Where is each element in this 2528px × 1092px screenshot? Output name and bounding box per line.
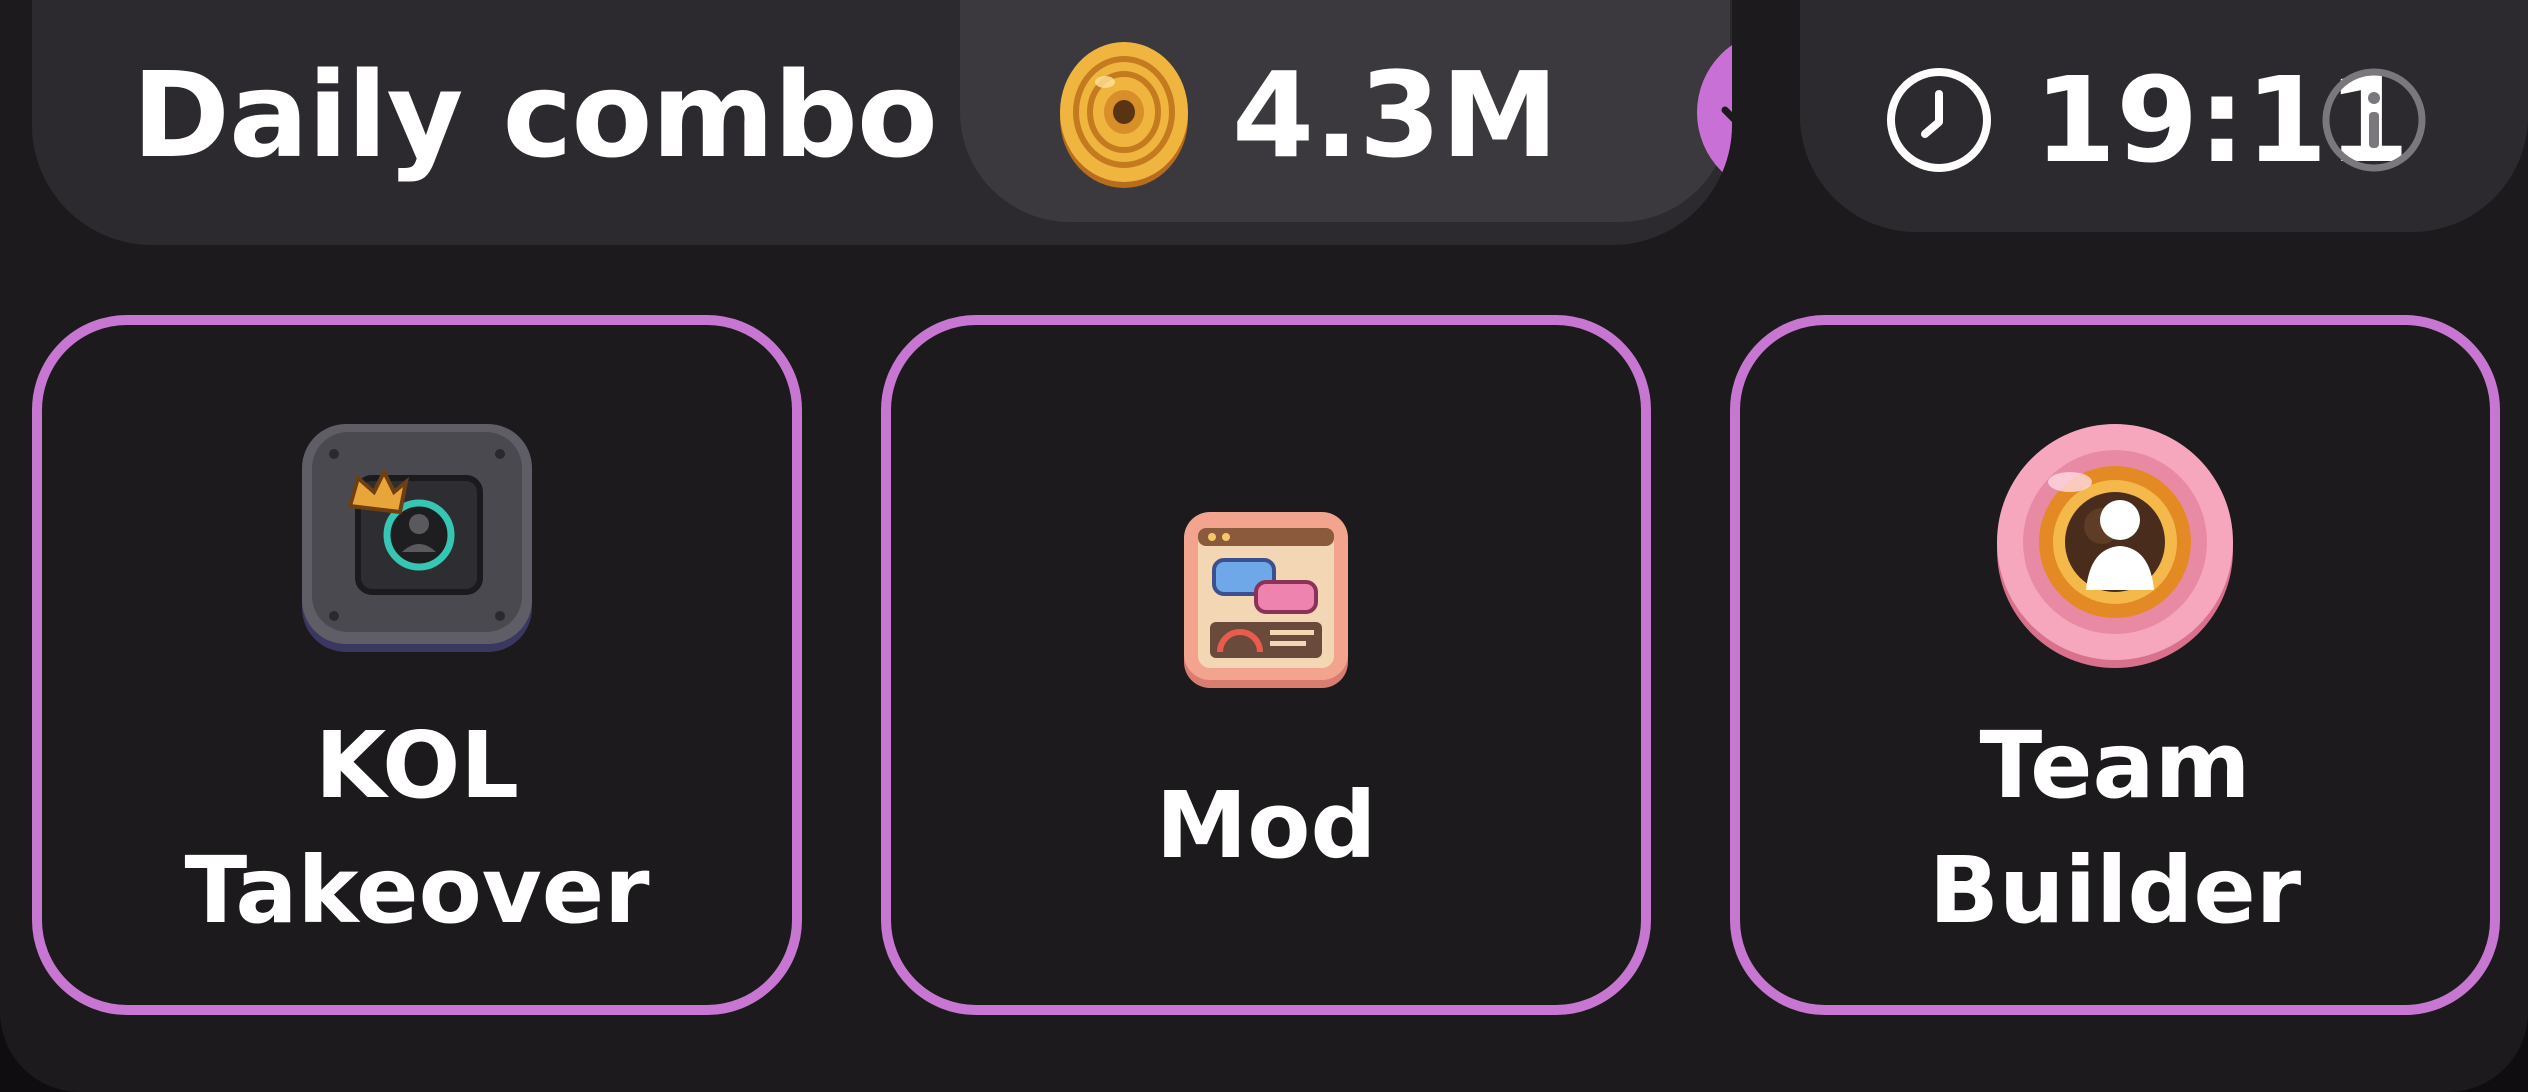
card-label-line1: KOL bbox=[315, 712, 519, 819]
combo-card-mod[interactable]: Mod bbox=[881, 315, 1651, 1015]
check-icon bbox=[1721, 106, 1732, 122]
combo-card-team-builder[interactable]: Team Builder bbox=[1730, 315, 2500, 1015]
daily-combo-header: Daily combo 4.3M bbox=[32, 0, 1732, 245]
team-builder-icon bbox=[1997, 424, 2233, 668]
clock-icon bbox=[1887, 68, 1991, 172]
combo-timer-pill: 19:11 bbox=[1800, 0, 2528, 232]
card-label-line1: Team bbox=[1979, 712, 2251, 819]
combo-card-kol-takeover[interactable]: KOL Takeover bbox=[32, 315, 802, 1015]
coin-icon bbox=[1060, 42, 1188, 188]
card-label-line1: Mod bbox=[1155, 772, 1377, 879]
combo-reward-pill: 4.3M bbox=[960, 0, 1730, 222]
mod-icon bbox=[1184, 512, 1348, 688]
combo-reward-value: 4.3M bbox=[1232, 46, 1559, 184]
daily-combo-panel: Daily combo 4.3M 19:11 KOL Takeover Mod … bbox=[0, 0, 2528, 1092]
daily-combo-title: Daily combo bbox=[132, 46, 938, 184]
card-label-line2: Builder bbox=[1928, 837, 2302, 944]
combo-progress-badge bbox=[1697, 30, 1732, 195]
card-label-line2: Takeover bbox=[184, 837, 650, 944]
info-icon[interactable] bbox=[2320, 66, 2428, 174]
kol-takeover-icon bbox=[302, 424, 532, 652]
